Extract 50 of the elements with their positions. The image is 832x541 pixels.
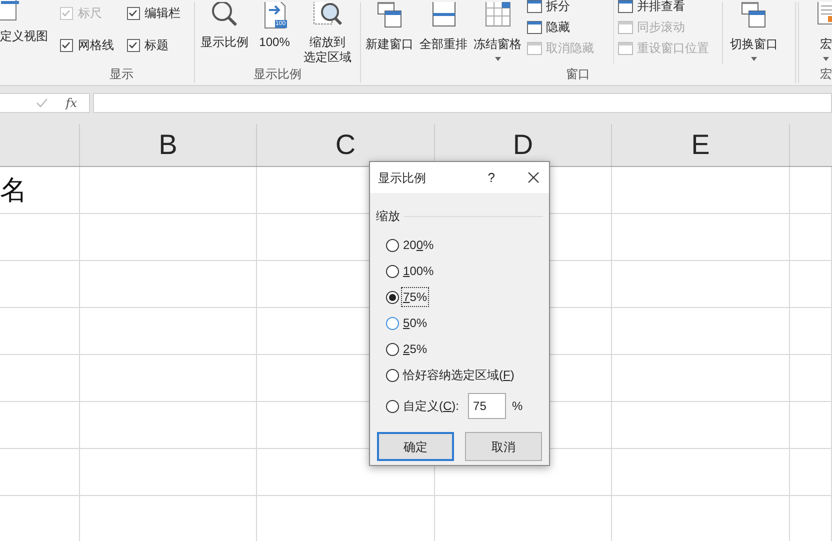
section-label: 缩放 — [376, 208, 400, 225]
zoom-option[interactable]: 恰好容纳选定区域(F) — [386, 367, 543, 383]
dialog-button[interactable]: 确定 — [377, 432, 454, 461]
zoom-option[interactable]: 75% — [386, 289, 543, 305]
checkbox[interactable] — [60, 38, 73, 52]
zoom-option[interactable]: 50% — [386, 315, 543, 331]
zoom-option[interactable]: 200% — [386, 237, 543, 253]
window-option[interactable]: 隐藏 — [527, 17, 608, 37]
checkbox-label[interactable]: 标题 — [144, 36, 169, 54]
window-icon — [527, 20, 542, 34]
zoom-button[interactable]: 显示比例 — [198, 2, 251, 65]
macro-button[interactable]: 宏 — [802, 2, 832, 61]
checkbox-label[interactable]: 编辑栏 — [144, 4, 181, 22]
checkbox-label[interactable]: 网格线 — [78, 36, 114, 54]
insert-function-button[interactable]: fx — [66, 94, 77, 112]
column-header[interactable]: E — [612, 124, 790, 166]
custom-views-button[interactable]: 定义视图 — [0, 0, 50, 85]
dialog-title: 显示比例 — [378, 170, 426, 186]
checkbox[interactable] — [126, 6, 140, 20]
check-icon[interactable] — [36, 98, 48, 108]
window-icon — [527, 42, 542, 54]
group-label: 宏 — [819, 66, 832, 83]
zoom-option[interactable]: 25% — [386, 341, 543, 357]
group-label: 显示 — [108, 66, 135, 83]
group-label: 窗口 — [565, 66, 592, 83]
window-icon — [618, 42, 634, 54]
checkmark-icon — [61, 40, 72, 50]
window-option[interactable]: 拆分 — [527, 0, 608, 16]
window-button[interactable]: 新建窗口 — [363, 2, 416, 64]
window-option[interactable]: 并排查看 — [618, 0, 718, 16]
group-label: 显示比例 — [252, 66, 302, 83]
window-button[interactable]: 全部重排 — [417, 2, 470, 64]
zoom-input[interactable]: 75 — [468, 393, 506, 419]
dialog-button[interactable]: 取消 — [465, 432, 542, 461]
window-icon — [618, 20, 634, 34]
zoom-button[interactable]: 缩放到 选定区域 — [298, 2, 357, 65]
checkbox[interactable] — [126, 38, 140, 52]
window-button[interactable]: 冻结窗格 — [471, 2, 524, 64]
column-header[interactable]: B — [80, 124, 257, 166]
unit-label: % — [512, 398, 523, 415]
close-icon — [528, 172, 538, 183]
switch-window-button[interactable]: 切换窗口 — [726, 2, 782, 64]
custom-zoom-option[interactable]: 自定义(C): — [386, 398, 460, 414]
formula-input[interactable] — [93, 93, 832, 113]
zoom-option[interactable]: 100% — [386, 263, 543, 279]
checkmark-icon — [61, 8, 72, 18]
checkmark-icon — [128, 8, 138, 18]
checkmark-icon — [128, 40, 138, 50]
cell-text: 名 — [0, 167, 80, 213]
help-button[interactable]: ? — [488, 168, 495, 188]
